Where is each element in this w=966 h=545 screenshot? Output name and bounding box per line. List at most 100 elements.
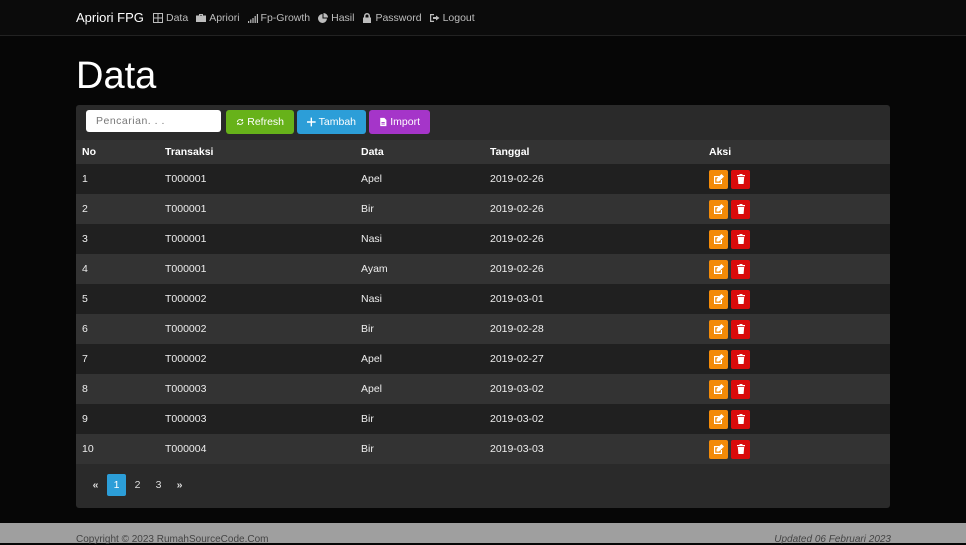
table-row: 1 T000001 Apel 2019-02-26: [76, 164, 890, 194]
cell-transaksi: T000001: [159, 194, 355, 224]
column-header-tanggal: Tanggal: [484, 140, 703, 164]
trash-icon: [736, 264, 745, 274]
trash-icon: [736, 174, 745, 184]
logout-icon: [429, 14, 440, 22]
cell-tanggal: 2019-02-26: [484, 164, 703, 194]
row-actions: [709, 229, 890, 249]
cell-transaksi: T000002: [159, 344, 355, 374]
pagination-page-2[interactable]: 2: [128, 474, 147, 496]
cell-aksi: [703, 404, 890, 434]
cell-tanggal: 2019-02-26: [484, 194, 703, 224]
cell-transaksi: T000001: [159, 164, 355, 194]
delete-button[interactable]: [731, 319, 750, 339]
delete-button[interactable]: [731, 199, 750, 219]
import-button[interactable]: Import: [369, 110, 430, 134]
trash-icon: [736, 204, 745, 214]
row-actions: [709, 349, 890, 369]
cell-no: 10: [76, 434, 159, 464]
cell-tanggal: 2019-03-01: [484, 284, 703, 314]
cell-transaksi: T000001: [159, 254, 355, 284]
column-header-no: No: [76, 140, 159, 164]
cell-aksi: [703, 224, 890, 254]
cell-no: 9: [76, 404, 159, 434]
cell-tanggal: 2019-03-03: [484, 434, 703, 464]
delete-button[interactable]: [731, 169, 750, 189]
cell-transaksi: T000001: [159, 224, 355, 254]
navbar: Apriori FPG Data Apriori Fp-Growth Hasil…: [0, 0, 966, 36]
delete-button[interactable]: [731, 409, 750, 429]
edit-button[interactable]: [709, 259, 728, 279]
cell-data: Apel: [355, 374, 484, 404]
edit-button[interactable]: [709, 409, 728, 429]
nav-item-logout[interactable]: Logout: [429, 12, 475, 24]
edit-button[interactable]: [709, 319, 728, 339]
data-table: No Transaksi Data Tanggal Aksi 1 T000001 A…: [76, 140, 890, 464]
search-input[interactable]: [86, 110, 221, 132]
delete-button[interactable]: [731, 259, 750, 279]
edit-button[interactable]: [709, 379, 728, 399]
lock-icon: [363, 13, 372, 23]
edit-icon: [713, 234, 724, 244]
cell-transaksi: T000002: [159, 284, 355, 314]
table-row: 2 T000001 Bir 2019-02-26: [76, 194, 890, 224]
row-actions: [709, 319, 890, 339]
refresh-button[interactable]: Refresh: [226, 110, 294, 134]
cell-data: Bir: [355, 404, 484, 434]
cell-aksi: [703, 284, 890, 314]
edit-button[interactable]: [709, 169, 728, 189]
brand-link[interactable]: Apriori FPG: [76, 10, 144, 25]
nav-item-password[interactable]: Password: [362, 12, 422, 24]
cell-data: Bir: [355, 314, 484, 344]
row-actions: [709, 439, 890, 459]
nav-item-fp-growth[interactable]: Fp-Growth: [247, 12, 310, 24]
column-header-transaksi: Transaksi: [159, 140, 355, 164]
delete-button[interactable]: [731, 379, 750, 399]
cell-tanggal: 2019-03-02: [484, 404, 703, 434]
pagination: « 1 2 3 »: [86, 474, 189, 496]
refresh-label: Refresh: [247, 116, 284, 128]
edit-button[interactable]: [709, 229, 728, 249]
pagination-prev[interactable]: «: [86, 474, 105, 496]
plus-icon: [307, 117, 316, 127]
edit-icon: [713, 264, 724, 274]
nav-item-label: Apriori: [209, 12, 240, 24]
row-actions: [709, 409, 890, 429]
trash-icon: [736, 324, 745, 334]
edit-icon: [713, 354, 724, 364]
pagination-page-3[interactable]: 3: [149, 474, 168, 496]
add-button[interactable]: Tambah: [297, 110, 366, 134]
column-header-aksi: Aksi: [703, 140, 890, 164]
nav-item-label: Data: [166, 12, 189, 24]
cell-data: Nasi: [355, 224, 484, 254]
nav-item-label: Password: [375, 12, 422, 24]
row-actions: [709, 289, 890, 309]
nav-item-data[interactable]: Data: [153, 12, 188, 24]
edit-button[interactable]: [709, 199, 728, 219]
pie-chart-icon: [318, 13, 329, 23]
edit-icon: [713, 174, 724, 184]
delete-button[interactable]: [731, 229, 750, 249]
cell-no: 4: [76, 254, 159, 284]
edit-icon: [713, 324, 724, 334]
edit-button[interactable]: [709, 289, 728, 309]
cell-tanggal: 2019-02-26: [484, 224, 703, 254]
delete-button[interactable]: [731, 439, 750, 459]
nav-item-apriori[interactable]: Apriori: [196, 12, 240, 24]
nav-menu: Data Apriori Fp-Growth Hasil Password Lo…: [153, 12, 475, 24]
edit-icon: [713, 294, 724, 304]
pagination-next[interactable]: »: [170, 474, 189, 496]
cell-aksi: [703, 434, 890, 464]
pagination-page-1[interactable]: 1: [107, 474, 126, 496]
cell-data: Apel: [355, 344, 484, 374]
nav-item-hasil[interactable]: Hasil: [318, 12, 354, 24]
briefcase-icon: [196, 14, 207, 22]
delete-button[interactable]: [731, 289, 750, 309]
table-row: 5 T000002 Nasi 2019-03-01: [76, 284, 890, 314]
delete-button[interactable]: [731, 349, 750, 369]
edit-button[interactable]: [709, 439, 728, 459]
cell-aksi: [703, 344, 890, 374]
trash-icon: [736, 234, 745, 244]
cell-transaksi: T000002: [159, 314, 355, 344]
edit-button[interactable]: [709, 349, 728, 369]
table-row: 6 T000002 Bir 2019-02-28: [76, 314, 890, 344]
